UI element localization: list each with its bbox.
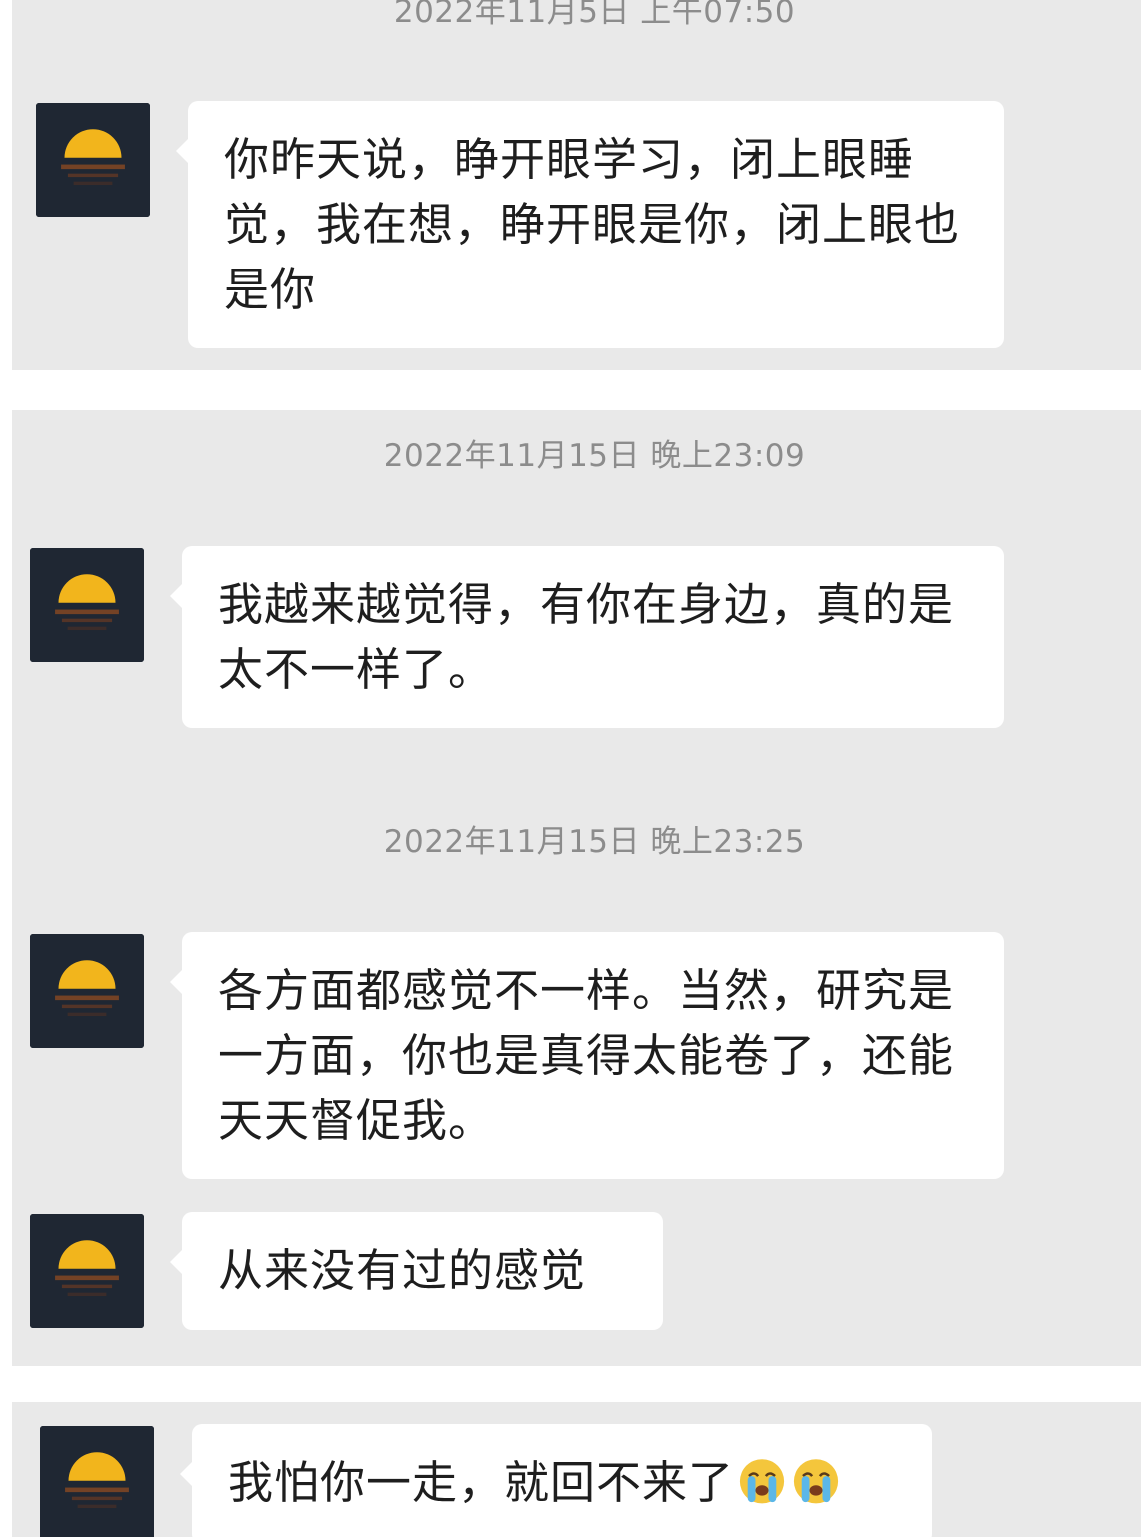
message-text: 各方面都感觉不一样。当然，研究是一方面，你也是真得太能卷了，还能天天督促我。 (218, 964, 955, 1147)
message-text: 从来没有过的感觉 (218, 1244, 587, 1297)
sunset-icon (30, 548, 144, 662)
sender-avatar[interactable] (30, 548, 144, 662)
message-text: 你昨天说，睁开眼学习，闭上眼睡觉，我在想，睁开眼是你，闭上眼也是你 (224, 133, 961, 316)
message-timestamp: 2022年11月15日 晚上23:09 (383, 438, 806, 474)
chat-panel: 我怕你一走，就回不来了 (12, 1402, 1141, 1537)
chat-panel: 2022年11月5日 上午07:50 你昨天说，睁开眼学习，闭上眼睡觉，我在想，… (12, 0, 1141, 370)
sender-avatar[interactable] (36, 103, 150, 217)
sunset-icon (30, 1214, 144, 1328)
message-bubble[interactable]: 各方面都感觉不一样。当然，研究是一方面，你也是真得太能卷了，还能天天督促我。 (170, 932, 1004, 1179)
sunset-icon (40, 1426, 154, 1537)
crying-face-icon (790, 1454, 842, 1506)
sunset-icon (30, 934, 144, 1048)
message-timestamp: 2022年11月15日 晚上23:25 (383, 824, 806, 860)
message-bubble[interactable]: 我怕你一走，就回不来了 (180, 1424, 932, 1537)
message-text: 我怕你一走，就回不来了 (228, 1456, 735, 1509)
sender-avatar[interactable] (30, 1214, 144, 1328)
sunset-icon (36, 103, 150, 217)
sender-avatar[interactable] (30, 934, 144, 1048)
crying-face-icon (736, 1454, 788, 1506)
message-bubble[interactable]: 从来没有过的感觉 (170, 1212, 663, 1330)
message-timestamp: 2022年11月5日 上午07:50 (393, 0, 796, 30)
message-bubble[interactable]: 你昨天说，睁开眼学习，闭上眼睡觉，我在想，睁开眼是你，闭上眼也是你 (176, 101, 1004, 348)
sender-avatar[interactable] (40, 1426, 154, 1537)
chat-panel: 2022年11月15日 晚上23:09 我越来越觉得，有你在身边，真的是太不一样… (12, 410, 1141, 1366)
message-bubble[interactable]: 我越来越觉得，有你在身边，真的是太不一样了。 (170, 546, 1004, 728)
message-text: 我越来越觉得，有你在身边，真的是太不一样了。 (218, 578, 955, 696)
